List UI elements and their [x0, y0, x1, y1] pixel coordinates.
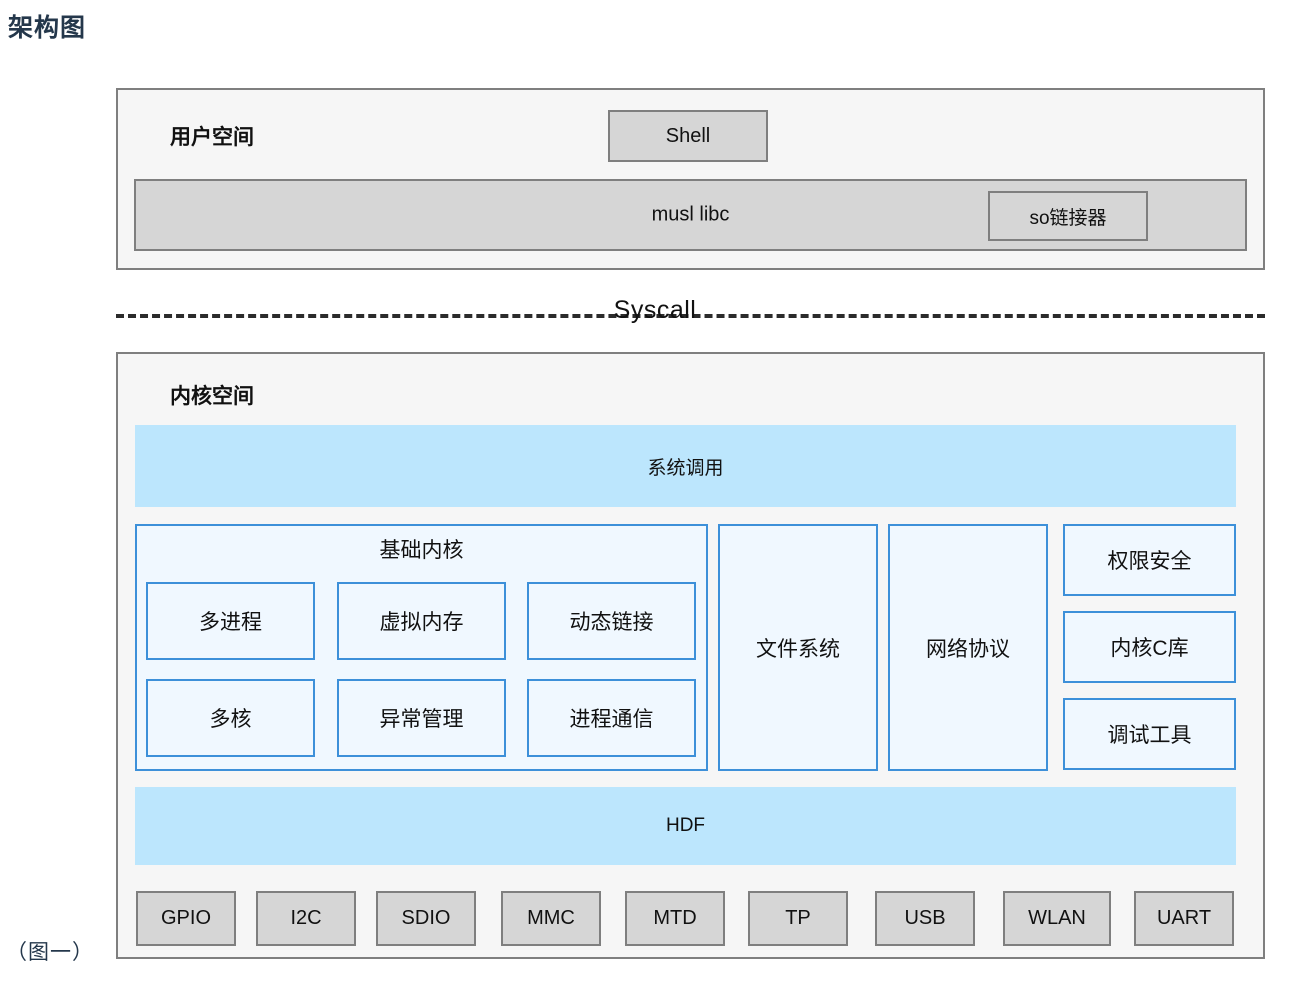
so-linker-box[interactable]: so链接器 — [988, 191, 1148, 241]
driver-wlan[interactable]: WLAN — [1003, 891, 1111, 946]
core-kernel-module-ipc[interactable]: 进程通信 — [527, 679, 696, 757]
right-column-debug-tools[interactable]: 调试工具 — [1063, 698, 1236, 770]
user-space-label: 用户空间 — [170, 126, 254, 149]
hdf-bar: HDF — [135, 787, 1236, 865]
core-kernel-module-dynamic-link[interactable]: 动态链接 — [527, 582, 696, 660]
figure-caption: （图一） — [6, 941, 94, 964]
syscall-label: Syscall — [613, 296, 697, 324]
core-kernel-title: 基础内核 — [379, 539, 464, 562]
syscall-bar: 系统调用 — [135, 425, 1236, 507]
driver-i2c[interactable]: I2C — [256, 891, 356, 946]
page-title: 架构图 — [8, 14, 87, 42]
subsystem-network[interactable]: 网络协议 — [888, 524, 1048, 771]
driver-mmc[interactable]: MMC — [501, 891, 601, 946]
driver-tp[interactable]: TP — [748, 891, 848, 946]
driver-mtd[interactable]: MTD — [625, 891, 725, 946]
shell-box[interactable]: Shell — [608, 110, 768, 162]
driver-gpio[interactable]: GPIO — [136, 891, 236, 946]
right-column-kernel-c-lib[interactable]: 内核C库 — [1063, 611, 1236, 683]
core-kernel-module-exception[interactable]: 异常管理 — [337, 679, 506, 757]
core-kernel-module-multiprocess[interactable]: 多进程 — [146, 582, 315, 660]
kernel-space-label: 内核空间 — [170, 385, 254, 408]
core-kernel-module-multicore[interactable]: 多核 — [146, 679, 315, 757]
subsystem-filesystem[interactable]: 文件系统 — [718, 524, 878, 771]
driver-sdio[interactable]: SDIO — [376, 891, 476, 946]
right-column-security[interactable]: 权限安全 — [1063, 524, 1236, 596]
core-kernel-module-virtual-memory[interactable]: 虚拟内存 — [337, 582, 506, 660]
driver-uart[interactable]: UART — [1134, 891, 1234, 946]
driver-usb[interactable]: USB — [875, 891, 975, 946]
